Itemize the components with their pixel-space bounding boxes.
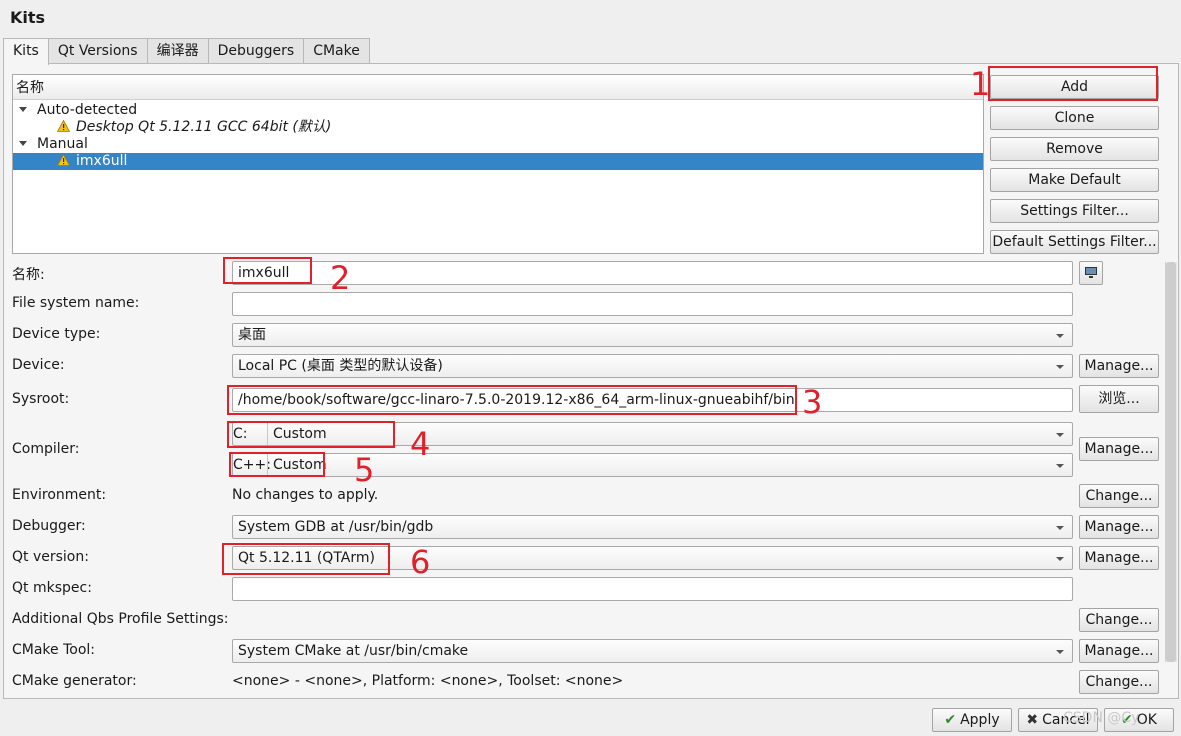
debugger-select[interactable]: System GDB at /usr/bin/gdb [232, 515, 1073, 539]
annotation-box-qt-version [222, 543, 390, 575]
browse-button[interactable]: 浏览... [1079, 385, 1159, 413]
chevron-down-icon [1056, 334, 1064, 338]
page-title: Kits [10, 8, 46, 27]
cmake-tool-manage-button[interactable]: Manage... [1079, 639, 1159, 663]
close-icon: ✖ [1026, 712, 1039, 728]
environment-label: Environment: [12, 487, 107, 503]
tree-group-auto-detected[interactable]: Auto-detected [13, 102, 983, 119]
annotation-box-cpp-compiler [229, 452, 325, 477]
debugger-label: Debugger: [12, 518, 86, 534]
cmake-tool-select[interactable]: System CMake at /usr/bin/cmake [232, 639, 1073, 663]
compiler-label: Compiler: [12, 441, 80, 457]
tree-item-imx6ull[interactable]: imx6ull [13, 153, 983, 170]
cmake-tool-label: CMake Tool: [12, 642, 96, 658]
kits-tree[interactable]: 名称 Auto-detected Desktop Qt 5.12.11 GCC … [12, 74, 984, 254]
environment-value: No changes to apply. [232, 487, 379, 503]
annotation-box-sysroot [227, 385, 797, 415]
chevron-down-icon [1056, 464, 1064, 468]
annotation-box-add [988, 66, 1158, 101]
device-select[interactable]: Local PC (桌面 类型的默认设备) [232, 354, 1073, 378]
fs-name-input[interactable] [232, 292, 1073, 316]
environment-change-button[interactable]: Change... [1079, 484, 1159, 508]
qbs-settings-label: Additional Qbs Profile Settings: [12, 611, 229, 627]
device-manage-button[interactable]: Manage... [1079, 354, 1159, 378]
tab-compilers[interactable]: 编译器 [146, 38, 209, 64]
watermark: CSDN @Cy [1063, 710, 1140, 726]
device-type-label: Device type: [12, 326, 101, 342]
qt-version-label: Qt version: [12, 549, 89, 565]
tab-bar: Kits Qt Versions 编译器 Debuggers CMake [3, 38, 370, 65]
device-type-select[interactable]: 桌面 [232, 323, 1073, 347]
debugger-manage-button[interactable]: Manage... [1079, 515, 1159, 539]
name-input[interactable]: imx6ull [232, 261, 1073, 285]
tab-kits[interactable]: Kits [3, 38, 49, 65]
annotation-number-6: 6 [410, 543, 431, 581]
annotation-box-c-compiler [227, 421, 395, 448]
name-label: 名称: [12, 267, 45, 283]
compiler-manage-button[interactable]: Manage... [1079, 437, 1159, 461]
chevron-down-icon [1056, 557, 1064, 561]
expand-arrow-icon[interactable] [19, 107, 27, 112]
tab-debuggers[interactable]: Debuggers [207, 38, 305, 64]
chevron-down-icon [1056, 365, 1064, 369]
qt-mkspec-input[interactable] [232, 577, 1073, 601]
checkmark-icon: ✔ [944, 712, 957, 728]
warning-icon [57, 154, 70, 166]
fs-name-label: File system name: [12, 295, 140, 311]
tab-qt-versions[interactable]: Qt Versions [47, 38, 148, 64]
default-settings-filter-button[interactable]: Default Settings Filter... [990, 230, 1159, 254]
qt-mkspec-label: Qt mkspec: [12, 580, 92, 596]
cmake-generator-change-button[interactable]: Change... [1079, 670, 1159, 694]
tab-cmake[interactable]: CMake [303, 38, 370, 64]
cmake-generator-value: <none> - <none>, Platform: <none>, Tools… [232, 673, 624, 689]
remove-button[interactable]: Remove [990, 137, 1159, 161]
qbs-change-button[interactable]: Change... [1079, 608, 1159, 632]
monitor-icon [1085, 267, 1097, 278]
form-scrollbar-thumb[interactable] [1166, 262, 1176, 662]
make-default-button[interactable]: Make Default [990, 168, 1159, 192]
clone-button[interactable]: Clone [990, 106, 1159, 130]
expand-arrow-icon[interactable] [19, 141, 27, 146]
sysroot-label: Sysroot: [12, 391, 70, 407]
annotation-number-4: 4 [410, 425, 431, 463]
tree-item-desktop-kit[interactable]: Desktop Qt 5.12.11 GCC 64bit (默认) [13, 119, 983, 136]
device-icon-button[interactable] [1079, 261, 1103, 285]
cmake-generator-label: CMake generator: [12, 673, 137, 689]
tree-group-manual[interactable]: Manual [13, 136, 983, 153]
warning-icon [57, 120, 70, 132]
annotation-number-3: 3 [802, 383, 823, 421]
annotation-number-1: 1 [970, 65, 991, 103]
chevron-down-icon [1056, 433, 1064, 437]
tree-header-name: 名称 [13, 75, 983, 100]
apply-button[interactable]: ✔ Apply [932, 708, 1012, 732]
annotation-box-name [223, 257, 312, 284]
device-label: Device: [12, 357, 65, 373]
chevron-down-icon [1056, 526, 1064, 530]
settings-filter-button[interactable]: Settings Filter... [990, 199, 1159, 223]
annotation-number-5: 5 [354, 451, 375, 489]
annotation-number-2: 2 [330, 259, 351, 297]
chevron-down-icon [1056, 650, 1064, 654]
qt-version-manage-button[interactable]: Manage... [1079, 546, 1159, 570]
